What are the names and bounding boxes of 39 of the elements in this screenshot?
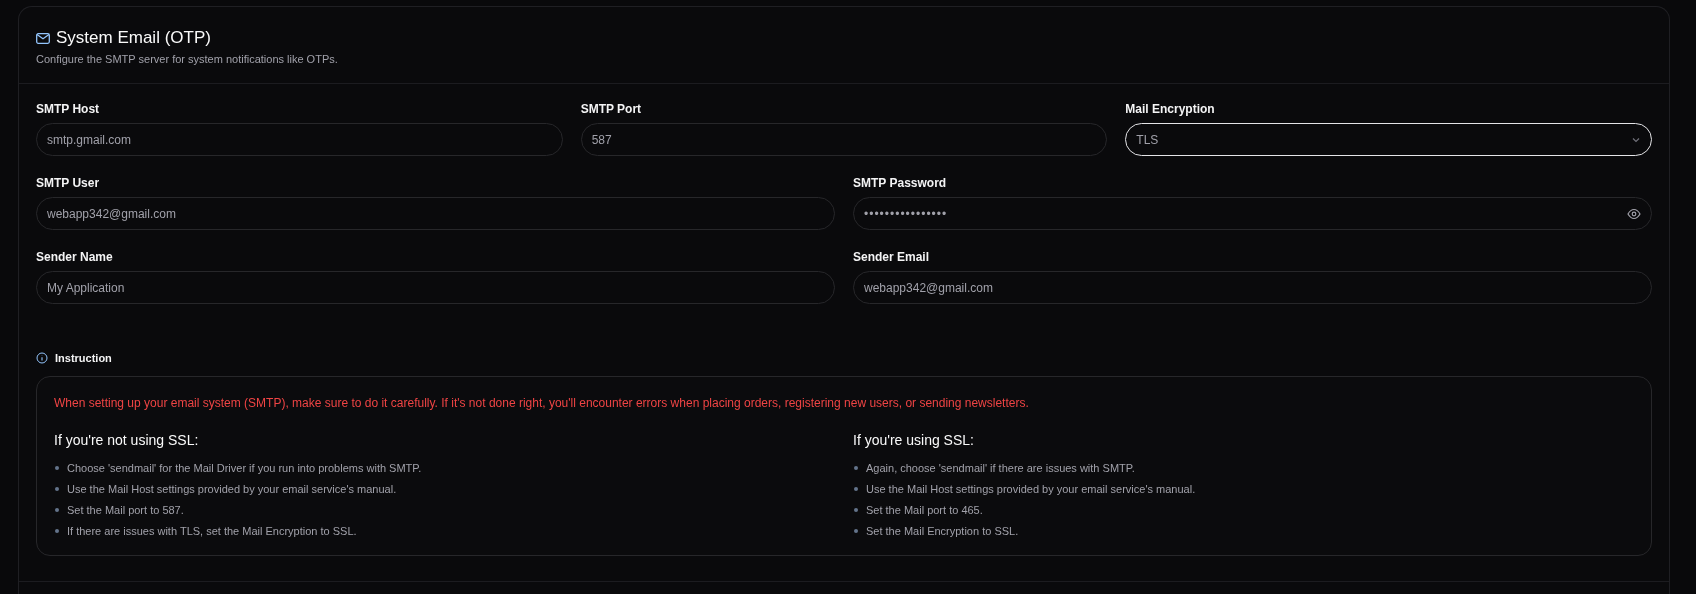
input-field[interactable]: webapp342@gmail.com <box>853 271 1652 304</box>
list-item: Use the Mail Host settings provided by your email service's manual. <box>866 482 1196 495</box>
list-item: Set the Mail port to 465. <box>866 503 983 516</box>
bullet-icon <box>854 486 858 491</box>
input-field[interactable]: 587 <box>580 123 1108 156</box>
input-field[interactable]: My Application <box>36 271 835 304</box>
encryption-select[interactable]: TLS <box>1125 123 1652 156</box>
field-label: Sender Email <box>853 250 930 264</box>
password-field[interactable]: •••••••••••••••• <box>853 197 1652 230</box>
field-label: SMTP Port <box>580 102 642 116</box>
list-heading: If you're using SSL: <box>853 432 975 448</box>
card-title: System Email (OTP) <box>56 28 211 48</box>
bullet-icon <box>55 465 59 470</box>
list-item: If there are issues with TLS, set the Mail Encryption to SSL. <box>67 524 357 537</box>
list-item: Set the Mail Encryption to SSL. <box>866 524 1019 537</box>
field-label: Sender Name <box>36 250 113 264</box>
input-field[interactable]: webapp342@gmail.com <box>36 197 835 230</box>
field-label: SMTP Host <box>36 102 100 116</box>
input-field[interactable]: smtp.gmail.com <box>36 123 563 156</box>
warning-text: When setting up your email system (SMTP), make sure to do it carefully. If it's not done right, you'll encounter errors when placing orders, registering new users, or sending newsletters. <box>54 396 1030 410</box>
list-item: Use the Mail Host settings provided by your email service's manual. <box>67 482 397 495</box>
list-item: Choose 'sendmail' for the Mail Driver if you run into problems with SMTP. <box>67 461 422 474</box>
list-item: Again, choose 'sendmail' if there are issues with SMTP. <box>866 461 1135 474</box>
list-item: Set the Mail port to 587. <box>67 503 184 516</box>
card-subtitle: Configure the SMTP server for system notifications like OTPs. <box>36 53 338 65</box>
eye-icon[interactable] <box>1627 207 1641 220</box>
mail-icon <box>36 32 50 44</box>
field-label: Mail Encryption <box>1125 102 1215 116</box>
field-label: SMTP User <box>36 176 100 190</box>
info-icon <box>36 352 48 364</box>
list-heading: If you're not using SSL: <box>54 432 200 448</box>
bullet-icon <box>55 528 59 533</box>
instruction-title: Instruction <box>55 352 112 364</box>
field-label: SMTP Password <box>853 176 947 190</box>
bullet-icon <box>854 507 858 512</box>
bullet-icon <box>854 528 858 533</box>
bullet-icon <box>854 465 858 470</box>
bullet-icon <box>55 486 59 491</box>
bullet-icon <box>55 507 59 512</box>
